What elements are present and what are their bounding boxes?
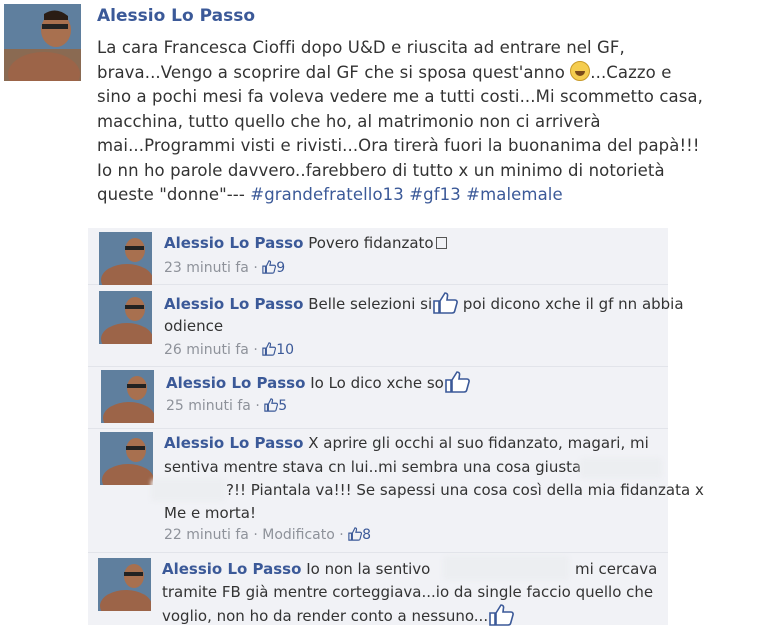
- comment-text: Alessio Lo Passo Io Lo dico xche so: [166, 370, 470, 394]
- comment-timestamp[interactable]: 23 minuti fa: [164, 260, 249, 276]
- comment-text: Alessio Lo Passo X aprire gli occhi al s…: [164, 434, 649, 452]
- avatar[interactable]: [4, 4, 81, 81]
- comment-avatar[interactable]: [99, 291, 152, 344]
- comment-avatar[interactable]: [100, 432, 153, 485]
- comment-author-name[interactable]: Alessio Lo Passo: [162, 560, 301, 578]
- comment-meta: 26 minuti fa · 10: [164, 342, 295, 358]
- hashtag-link[interactable]: #malemale: [466, 185, 563, 204]
- avatar-photo: [4, 4, 81, 81]
- divider: [88, 428, 668, 429]
- comment-text-continued: mi cercava: [575, 560, 658, 578]
- comment-likes[interactable]: 10: [262, 342, 294, 358]
- comment-text-continued: voglio, non ho da render conto a nessuno…: [162, 603, 514, 627]
- comment-meta: 22 minuti fa · Modificato · 8: [164, 527, 372, 543]
- avatar-photo: [98, 558, 151, 611]
- divider: [88, 366, 668, 367]
- comment-likes[interactable]: 5: [264, 398, 287, 414]
- comment-timestamp[interactable]: 26 minuti fa: [164, 342, 249, 358]
- comment-text-continued: odience: [164, 317, 224, 335]
- thumbs-up-icon: [262, 260, 277, 274]
- comment-author-name[interactable]: Alessio Lo Passo: [166, 374, 305, 392]
- post-text: La cara Francesca Cioffi dopo U&D e rius…: [97, 38, 703, 204]
- comment-likes[interactable]: 9: [262, 260, 285, 276]
- hashtag-link[interactable]: #gf13: [409, 185, 461, 204]
- avatar-photo: [99, 291, 152, 344]
- comment-text-continued: sentiva mentre stava cn lui..mi sembra u…: [164, 458, 582, 476]
- comment-text-continued: ?!! Piantala va!!! Se sapessi una cosa c…: [226, 481, 704, 499]
- avatar-photo: [99, 232, 152, 285]
- comment-author-name[interactable]: Alessio Lo Passo: [164, 234, 303, 252]
- edited-label[interactable]: Modificato: [262, 527, 335, 543]
- divider: [88, 284, 668, 285]
- comment-avatar[interactable]: [99, 232, 152, 285]
- comment-text-continued: tramite FB già mentre corteggiava...io d…: [162, 583, 654, 601]
- comment-avatar[interactable]: [98, 558, 151, 611]
- comment-author-name[interactable]: Alessio Lo Passo: [164, 295, 303, 313]
- comment-avatar[interactable]: [101, 370, 154, 423]
- thumbs-up-icon: [264, 398, 279, 412]
- redacted-text: [580, 458, 662, 478]
- thumbs-up-icon: [489, 604, 514, 626]
- thumbs-up-icon: [445, 371, 470, 393]
- comment-meta: 23 minuti fa · 9: [164, 260, 286, 276]
- thumbs-up-icon: [433, 292, 459, 314]
- post-author-name[interactable]: Alessio Lo Passo: [97, 6, 255, 26]
- comment-meta: 25 minuti fa · 5: [166, 398, 288, 414]
- laughing-emoji-icon: [570, 60, 591, 81]
- comment-timestamp[interactable]: 22 minuti fa: [164, 527, 249, 543]
- comment-text: Alessio Lo Passo Io non la sentivo: [162, 560, 431, 578]
- divider: [88, 552, 668, 553]
- comment-likes[interactable]: 8: [348, 527, 371, 543]
- comment-text: Alessio Lo Passo Belle selezioni si poi …: [164, 291, 684, 315]
- avatar-photo: [101, 370, 154, 423]
- redacted-text: [151, 479, 225, 501]
- avatar-photo: [100, 432, 153, 485]
- comment-author-name[interactable]: Alessio Lo Passo: [164, 434, 303, 452]
- unknown-glyph-icon: [435, 237, 447, 249]
- redacted-text: [443, 556, 569, 580]
- comment-timestamp[interactable]: 25 minuti fa: [166, 398, 251, 414]
- hashtag-link[interactable]: #grandefratello13: [250, 185, 404, 204]
- thumbs-up-icon: [262, 342, 277, 356]
- comment-text: Alessio Lo Passo Povero fidanzato: [164, 232, 447, 254]
- thumbs-up-icon: [348, 527, 363, 541]
- comment-text-continued: Me e morta!: [164, 504, 256, 522]
